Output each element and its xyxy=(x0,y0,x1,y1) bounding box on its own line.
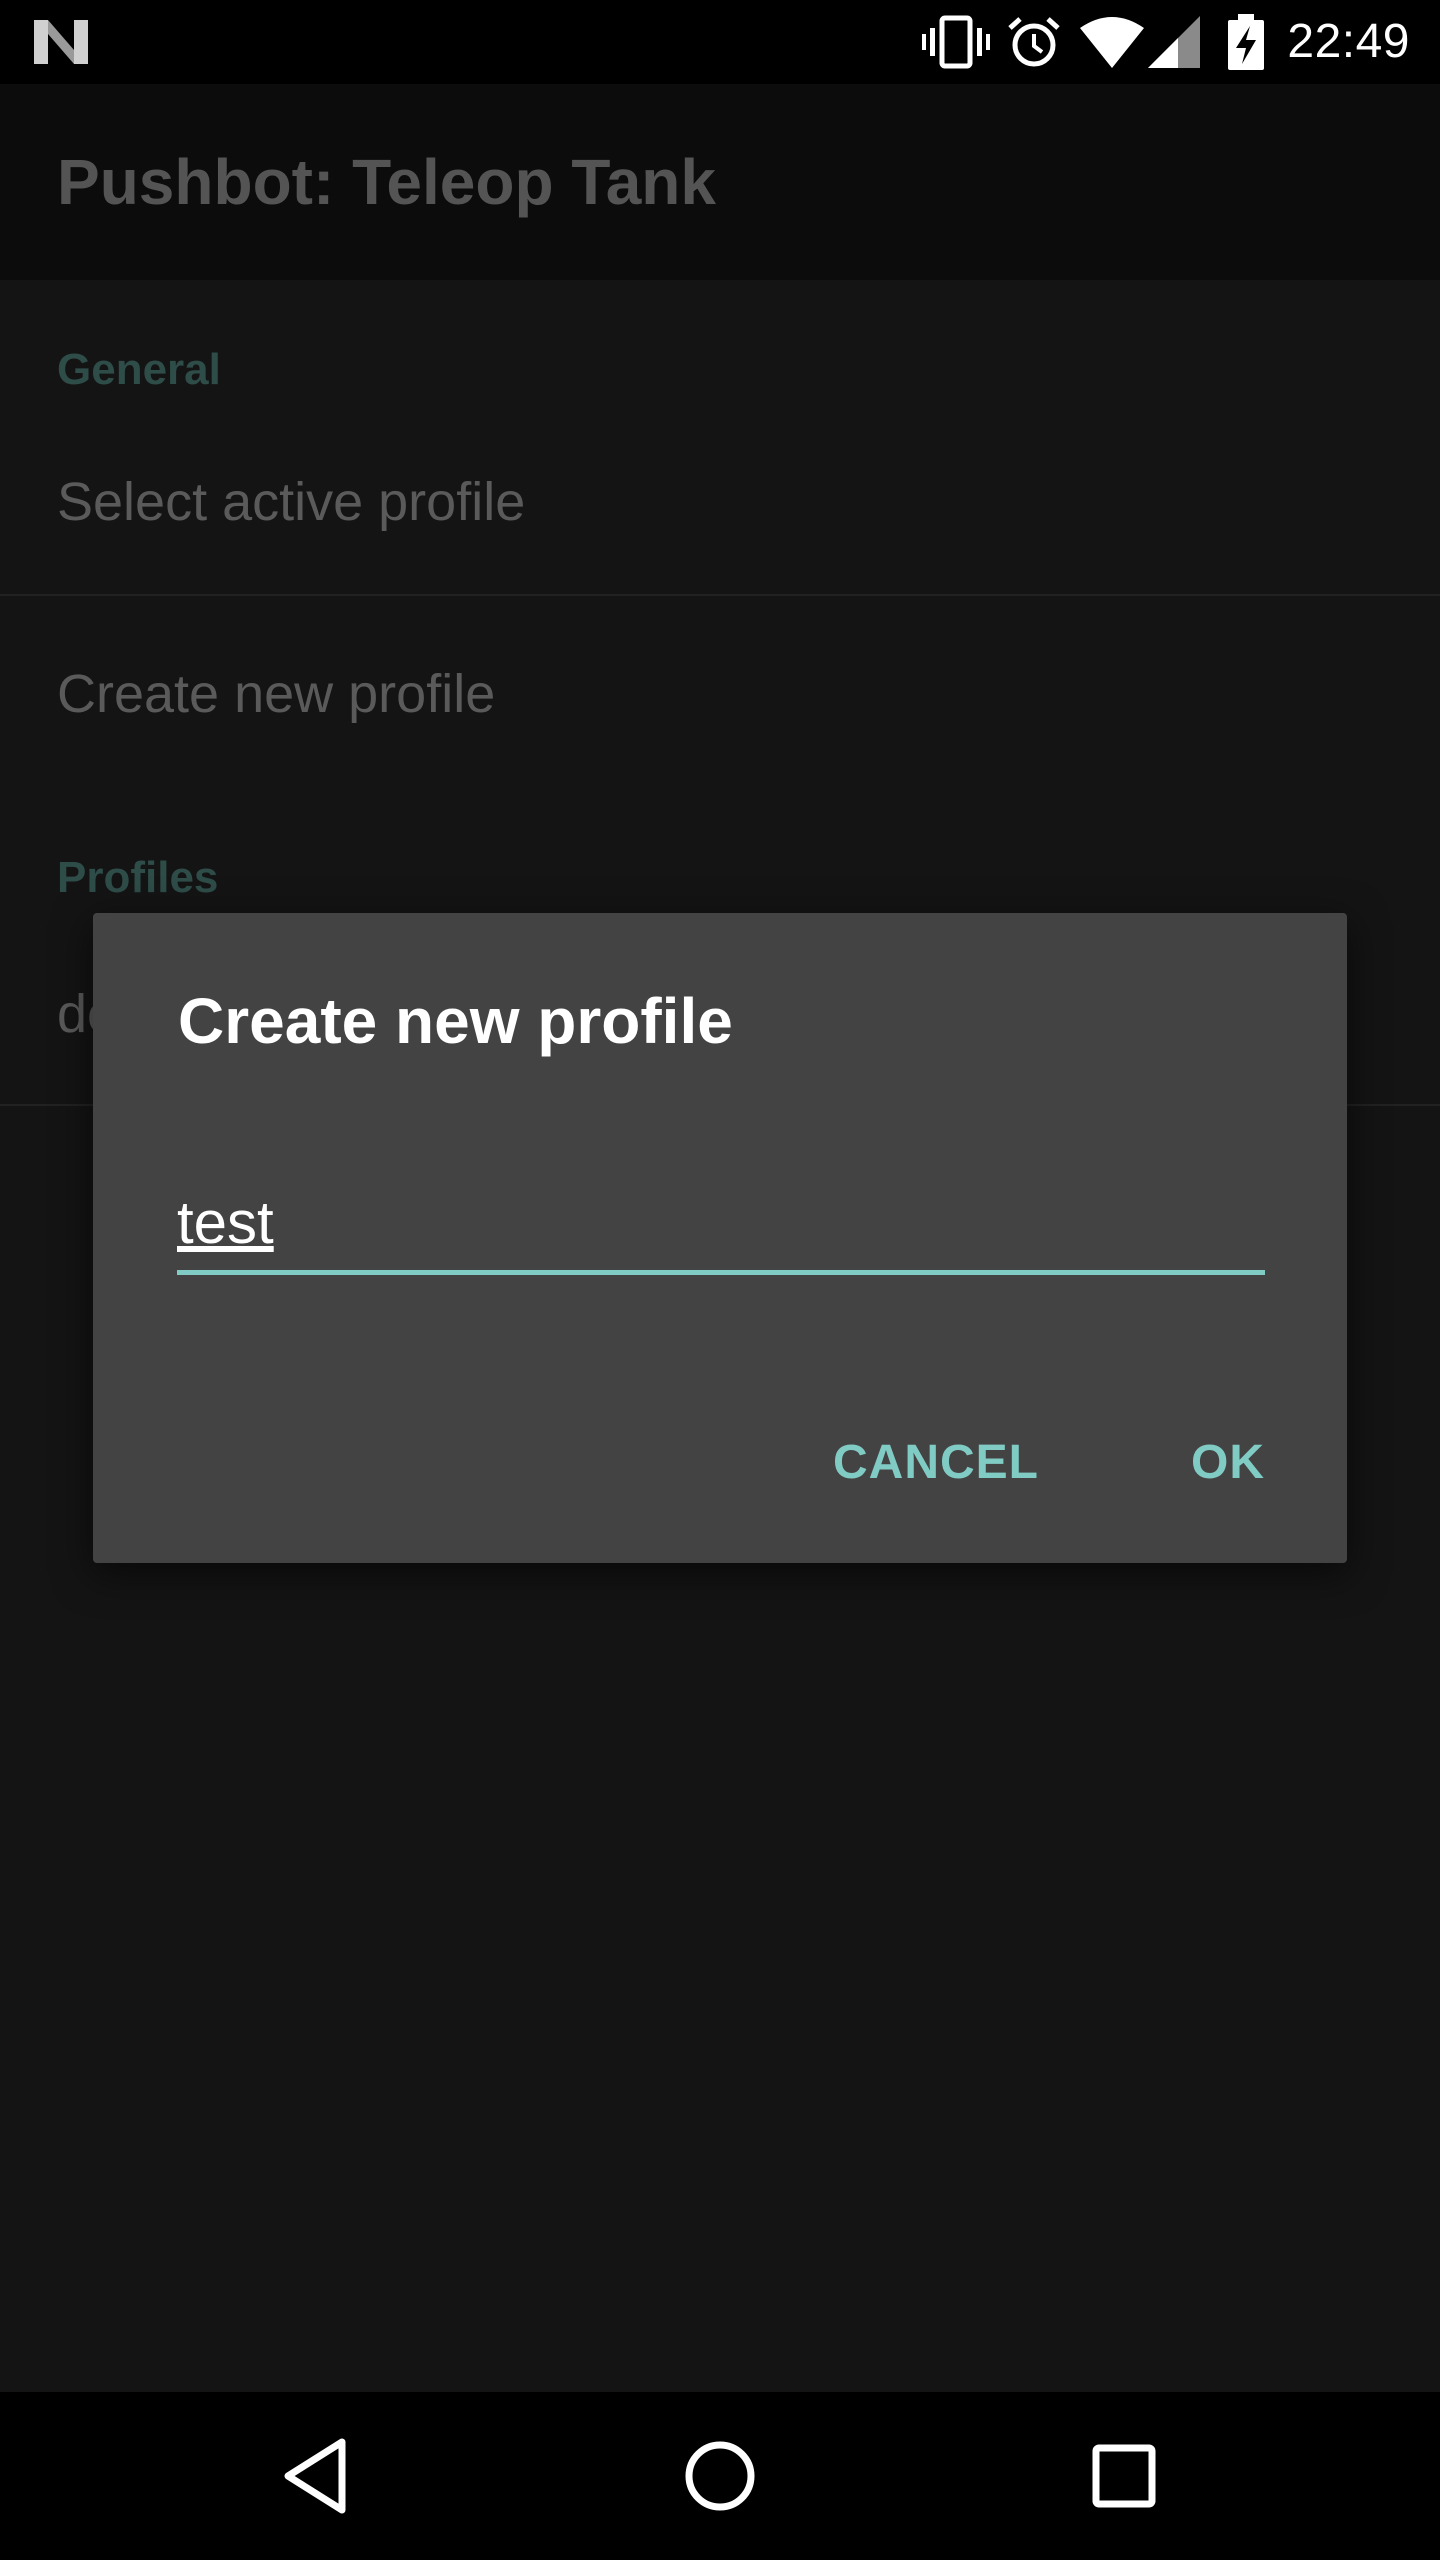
dialog-title: Create new profile xyxy=(178,985,733,1057)
recents-icon[interactable] xyxy=(1074,2426,1174,2526)
create-profile-dialog: Create new profile CANCEL OK xyxy=(93,913,1347,1563)
pref-select-active-profile[interactable]: Select active profile xyxy=(57,468,525,536)
ok-button[interactable]: OK xyxy=(1153,1413,1303,1513)
pref-create-new-profile[interactable]: Create new profile xyxy=(57,660,495,728)
app-title: Pushbot: Teleop Tank xyxy=(57,146,716,218)
vibrate-icon xyxy=(922,15,990,69)
category-general: General xyxy=(57,345,221,394)
signal-icon xyxy=(1148,16,1200,68)
divider xyxy=(0,594,1440,596)
back-icon[interactable] xyxy=(266,2426,366,2526)
n-logo-icon xyxy=(34,20,88,64)
alarm-icon xyxy=(1008,17,1060,67)
app-bar: Pushbot: Teleop Tank xyxy=(0,84,1440,280)
profile-name-input[interactable] xyxy=(177,1175,1265,1275)
wifi-icon xyxy=(1080,17,1144,68)
category-profiles: Profiles xyxy=(57,853,219,902)
home-icon[interactable] xyxy=(670,2426,770,2526)
status-bar: 22:49 xyxy=(0,0,1440,84)
navigation-bar xyxy=(0,2392,1440,2560)
status-time: 22:49 xyxy=(1287,15,1410,68)
battery-charging-icon xyxy=(1228,14,1264,70)
